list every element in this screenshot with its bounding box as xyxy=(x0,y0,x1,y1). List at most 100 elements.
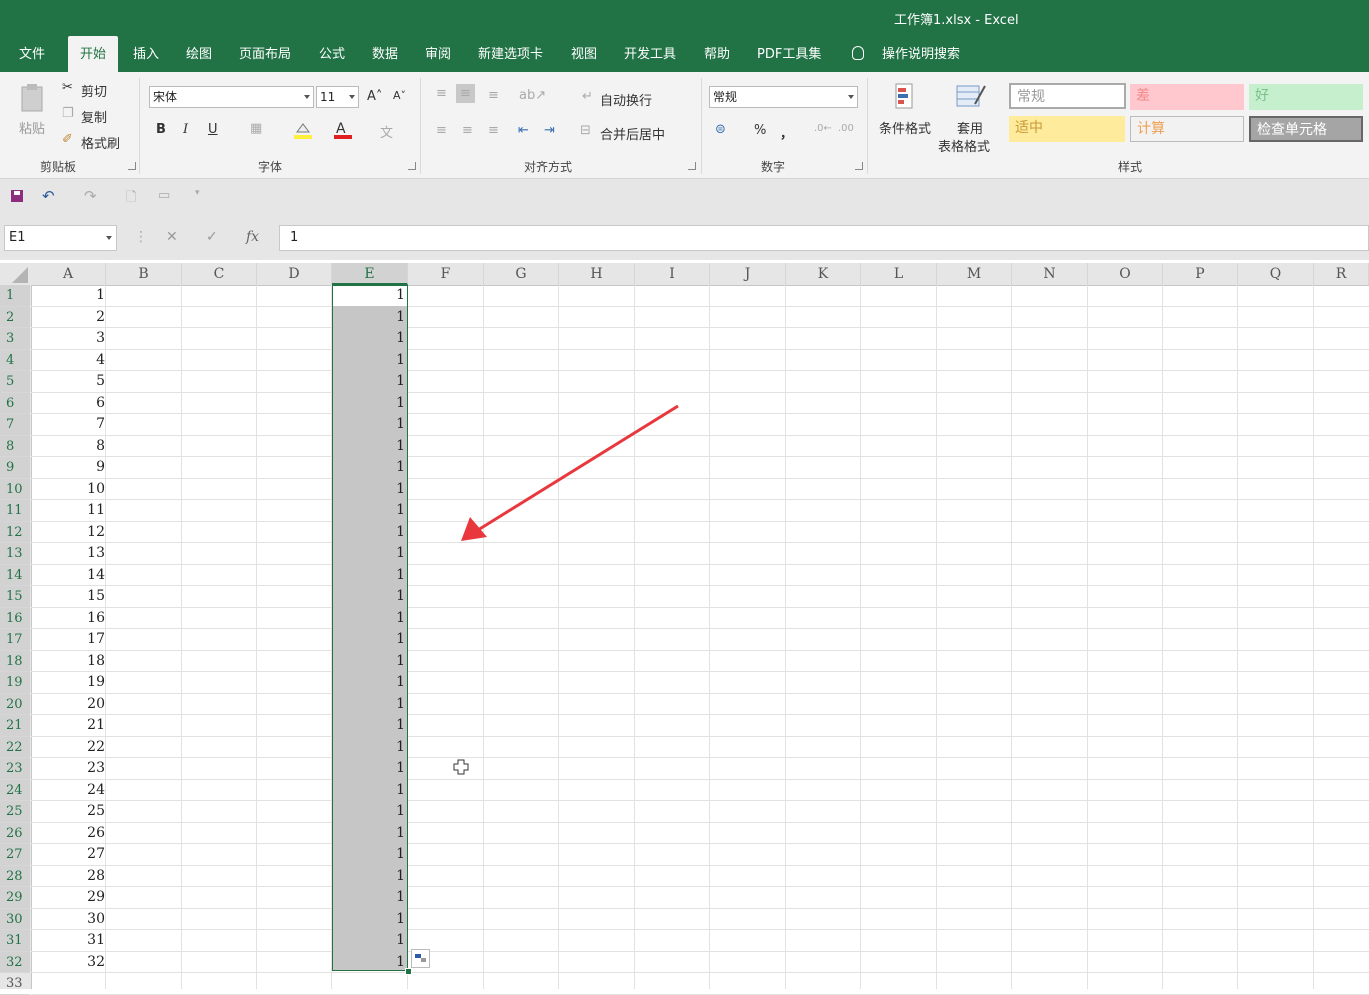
tab-data[interactable]: 数据 xyxy=(372,36,398,72)
increase-font-icon[interactable]: A˄ xyxy=(367,89,382,104)
column-header-q[interactable]: Q xyxy=(1238,263,1314,285)
row-header-5[interactable]: 5 xyxy=(0,371,30,393)
column-header-o[interactable]: O xyxy=(1088,263,1163,285)
cell-a29[interactable]: 29 xyxy=(31,887,105,909)
cell-e26[interactable]: 1 xyxy=(333,823,405,845)
wrap-text-button[interactable]: 自动换行 xyxy=(600,90,652,109)
dialog-launcher-icon[interactable] xyxy=(688,162,696,170)
column-header-i[interactable]: I xyxy=(635,263,710,285)
cell-a31[interactable]: 31 xyxy=(31,930,105,952)
row-header-23[interactable]: 23 xyxy=(0,758,30,780)
cell-a1[interactable]: 1 xyxy=(31,285,105,307)
column-header-m[interactable]: M xyxy=(937,263,1012,285)
column-header-p[interactable]: P xyxy=(1163,263,1238,285)
paste-button[interactable]: 粘贴 xyxy=(19,118,45,137)
row-header-31[interactable]: 31 xyxy=(0,930,30,952)
cell-e16[interactable]: 1 xyxy=(333,608,405,630)
bold-button[interactable]: B xyxy=(156,122,166,137)
cell-a25[interactable]: 25 xyxy=(31,801,105,823)
style-neutral[interactable]: 适中 xyxy=(1009,116,1125,142)
row-header-13[interactable]: 13 xyxy=(0,543,30,565)
merge-center-button[interactable]: 合并后居中 xyxy=(600,124,665,143)
column-header-b[interactable]: B xyxy=(106,263,182,285)
cell-e29[interactable]: 1 xyxy=(333,887,405,909)
row-header-16[interactable]: 16 xyxy=(0,607,30,629)
align-right-icon[interactable]: ≡ xyxy=(488,123,499,138)
row-header-20[interactable]: 20 xyxy=(0,693,30,715)
tab-developer[interactable]: 开发工具 xyxy=(624,36,676,72)
cell-e14[interactable]: 1 xyxy=(333,565,405,587)
column-header-f[interactable]: F xyxy=(408,263,484,285)
cell-a27[interactable]: 27 xyxy=(31,844,105,866)
formula-input[interactable]: 1 xyxy=(279,225,1369,251)
cell-e2[interactable]: 1 xyxy=(333,307,405,329)
row-header-9[interactable]: 9 xyxy=(0,457,30,479)
format-painter-button[interactable]: 格式刷 xyxy=(81,133,120,152)
tab-page-layout[interactable]: 页面布局 xyxy=(239,36,291,72)
auto-fill-options-button[interactable] xyxy=(411,949,430,968)
cell-e23[interactable]: 1 xyxy=(333,758,405,780)
cell-e32[interactable]: 1 xyxy=(333,952,405,974)
cell-a10[interactable]: 10 xyxy=(31,479,105,501)
cell-a15[interactable]: 15 xyxy=(31,586,105,608)
cell-a3[interactable]: 3 xyxy=(31,328,105,350)
cancel-icon[interactable]: ✕ xyxy=(166,229,178,245)
undo-icon[interactable]: ↶ xyxy=(42,187,55,205)
row-header-30[interactable]: 30 xyxy=(0,908,30,930)
print-preview-icon[interactable]: 🗋 xyxy=(126,188,136,210)
cell-e18[interactable]: 1 xyxy=(333,651,405,673)
row-header-25[interactable]: 25 xyxy=(0,801,30,823)
save-icon[interactable] xyxy=(10,189,24,203)
tab-help[interactable]: 帮助 xyxy=(704,36,730,72)
tab-review[interactable]: 审阅 xyxy=(425,36,451,72)
dialog-launcher-icon[interactable] xyxy=(128,162,136,170)
tab-insert[interactable]: 插入 xyxy=(133,36,159,72)
insert-function-button[interactable]: fx xyxy=(246,229,259,245)
row-header-8[interactable]: 8 xyxy=(0,435,30,457)
column-header-a[interactable]: A xyxy=(31,263,106,285)
decrease-decimal-icon[interactable]: .00 xyxy=(838,123,854,134)
column-header-j[interactable]: J xyxy=(710,263,786,285)
align-center-icon[interactable]: ≡ xyxy=(462,123,473,138)
format-as-table-label-2[interactable]: 表格格式 xyxy=(938,136,990,155)
cell-a22[interactable]: 22 xyxy=(31,737,105,759)
style-good[interactable]: 好 xyxy=(1249,84,1363,110)
cell-a5[interactable]: 5 xyxy=(31,371,105,393)
style-calculation[interactable]: 计算 xyxy=(1130,116,1244,142)
select-all-icon[interactable] xyxy=(10,267,28,283)
cell-a7[interactable]: 7 xyxy=(31,414,105,436)
align-top-icon[interactable]: ≡ xyxy=(436,86,447,101)
cell-a16[interactable]: 16 xyxy=(31,608,105,630)
cell-a28[interactable]: 28 xyxy=(31,866,105,888)
style-normal[interactable]: 常规 xyxy=(1009,83,1126,109)
enter-icon[interactable]: ✓ xyxy=(206,229,218,245)
cell-e10[interactable]: 1 xyxy=(333,479,405,501)
style-check-cell[interactable]: 检查单元格 xyxy=(1249,116,1363,142)
row-header-22[interactable]: 22 xyxy=(0,736,30,758)
tab-draw[interactable]: 绘图 xyxy=(186,36,212,72)
cell-a18[interactable]: 18 xyxy=(31,651,105,673)
row-header-12[interactable]: 12 xyxy=(0,521,30,543)
tab-home[interactable]: 开始 xyxy=(68,36,119,72)
row-header-7[interactable]: 7 xyxy=(0,414,30,436)
cell-a23[interactable]: 23 xyxy=(31,758,105,780)
tab-view[interactable]: 视图 xyxy=(571,36,597,72)
cell-e11[interactable]: 1 xyxy=(333,500,405,522)
cell-e6[interactable]: 1 xyxy=(333,393,405,415)
row-header-21[interactable]: 21 xyxy=(0,715,30,737)
cut-button[interactable]: 剪切 xyxy=(81,81,107,100)
row-header-11[interactable]: 11 xyxy=(0,500,30,522)
cell-e3[interactable]: 1 xyxy=(333,328,405,350)
number-format-select[interactable]: 常规 xyxy=(709,86,858,108)
row-header-3[interactable]: 3 xyxy=(0,328,30,350)
tab-formulas[interactable]: 公式 xyxy=(319,36,345,72)
redo-icon[interactable]: ↷ xyxy=(84,187,97,205)
row-header-33[interactable]: 33 xyxy=(0,973,30,995)
dialog-launcher-icon[interactable] xyxy=(408,162,416,170)
font-color-icon[interactable]: A xyxy=(332,120,354,140)
row-header-32[interactable]: 32 xyxy=(0,951,30,973)
align-left-icon[interactable]: ≡ xyxy=(436,123,447,138)
cell-e25[interactable]: 1 xyxy=(333,801,405,823)
cell-a14[interactable]: 14 xyxy=(31,565,105,587)
cell-e8[interactable]: 1 xyxy=(333,436,405,458)
